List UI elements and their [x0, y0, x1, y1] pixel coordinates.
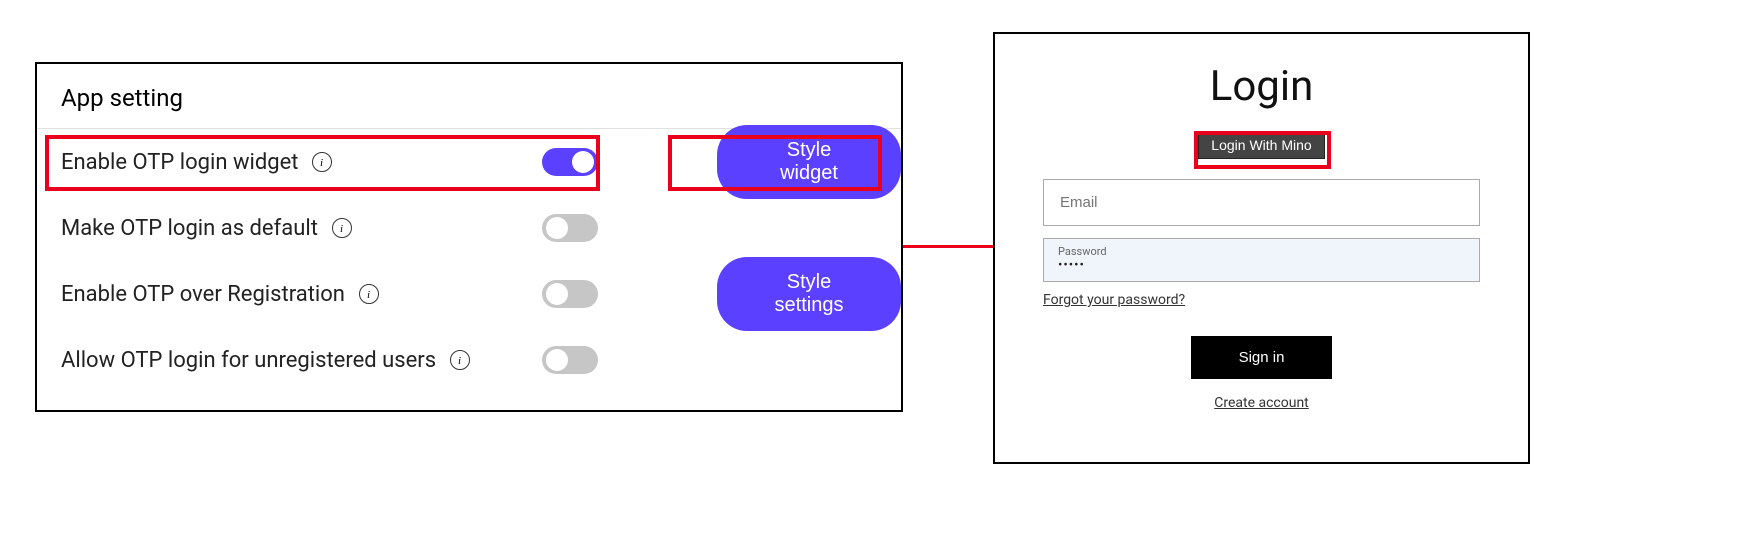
connector-line [903, 245, 993, 248]
info-icon[interactable]: i [450, 350, 470, 370]
svg-text:i: i [367, 289, 370, 300]
app-settings-panel: App setting Enable OTP login widget i St… [35, 62, 903, 412]
info-icon[interactable]: i [312, 152, 332, 172]
setting-row-enable-otp-widget: Enable OTP login widget i Style widget [37, 129, 901, 195]
setting-label: Enable OTP login widget i [61, 150, 332, 175]
settings-title: App setting [37, 64, 901, 129]
setting-label-text: Allow OTP login for unregistered users [61, 348, 436, 373]
email-field[interactable] [1043, 179, 1480, 226]
toggle-enable-otp-widget[interactable] [542, 148, 598, 176]
setting-label: Enable OTP over Registration i [61, 282, 379, 307]
login-with-mino-button[interactable]: Login With Mino [1198, 131, 1324, 159]
create-account-link[interactable]: Create account [1214, 395, 1309, 411]
info-icon[interactable]: i [332, 218, 352, 238]
setting-label: Allow OTP login for unregistered users i [61, 348, 470, 373]
toggle-make-default[interactable] [542, 214, 598, 242]
toggle-otp-registration[interactable] [542, 280, 598, 308]
login-panel: Login Login With Mino Password ••••• For… [993, 32, 1530, 464]
toggle-unregistered-users[interactable] [542, 346, 598, 374]
setting-row-otp-registration: Enable OTP over Registration i Style set… [37, 261, 901, 327]
sign-in-button[interactable]: Sign in [1191, 336, 1333, 379]
forgot-password-link[interactable]: Forgot your password? [1043, 292, 1185, 308]
svg-text:i: i [458, 355, 461, 366]
password-label: Password [1058, 245, 1465, 258]
svg-text:i: i [320, 157, 323, 168]
setting-row-unregistered-users: Allow OTP login for unregistered users i [37, 327, 901, 393]
setting-label-text: Enable OTP login widget [61, 150, 298, 175]
svg-text:i: i [340, 223, 343, 234]
setting-label: Make OTP login as default i [61, 216, 352, 241]
style-settings-button[interactable]: Style settings [717, 257, 901, 331]
password-value: ••••• [1058, 258, 1465, 273]
setting-label-text: Enable OTP over Registration [61, 282, 345, 307]
password-field[interactable]: Password ••••• [1043, 238, 1480, 282]
style-widget-button[interactable]: Style widget [717, 125, 901, 199]
setting-label-text: Make OTP login as default [61, 216, 318, 241]
login-title: Login [1210, 62, 1314, 111]
setting-row-make-default: Make OTP login as default i [37, 195, 901, 261]
info-icon[interactable]: i [359, 284, 379, 304]
